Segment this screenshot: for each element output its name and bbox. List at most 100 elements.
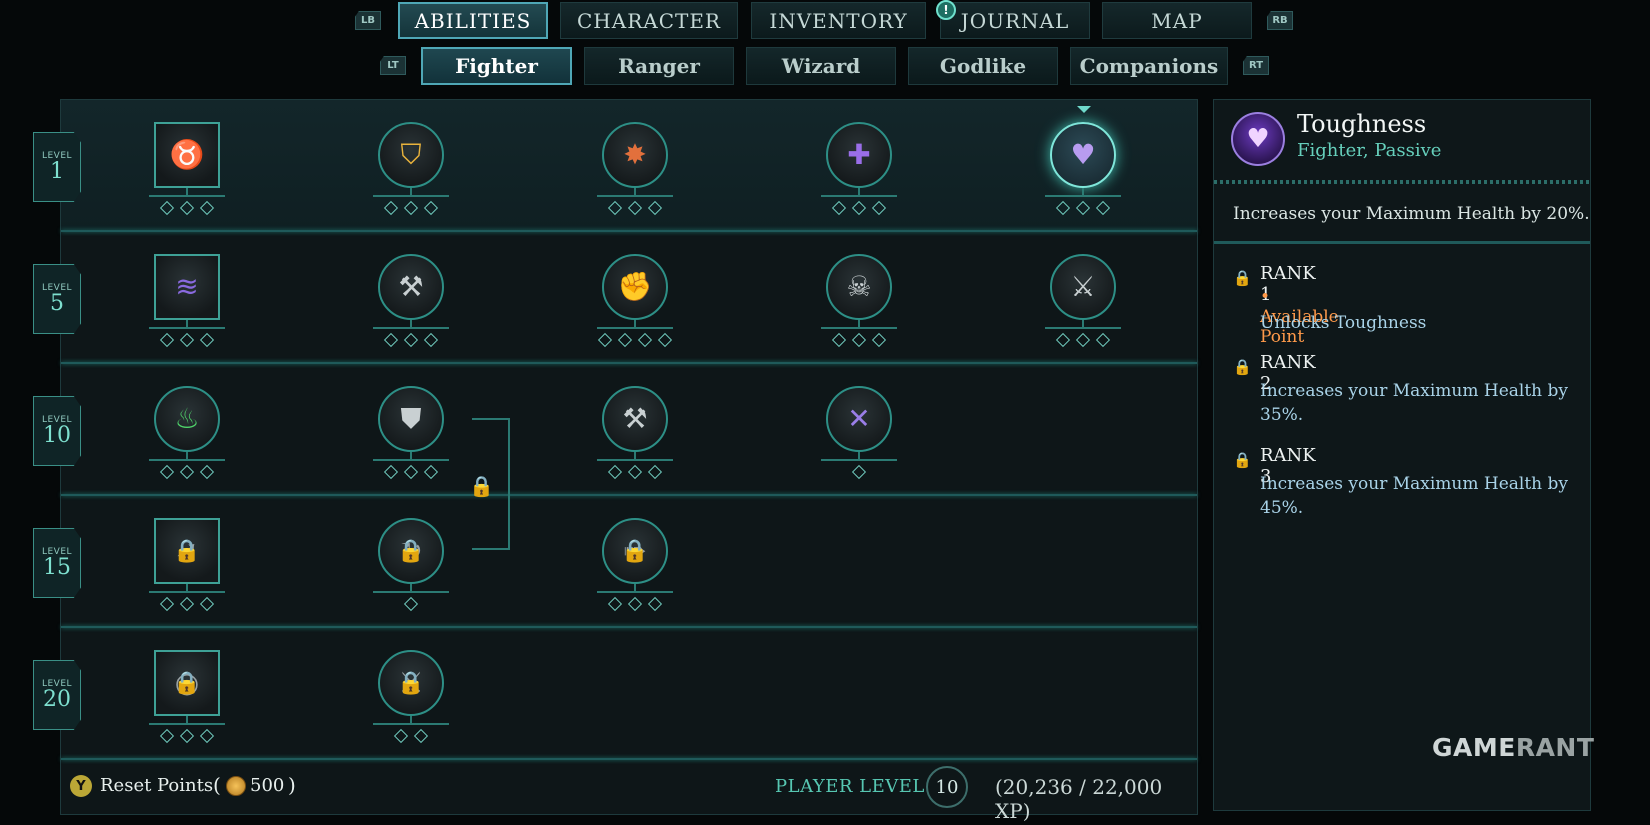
- rank-pip: [423, 464, 439, 480]
- ability-node[interactable]: ↻ 🔒: [378, 518, 444, 584]
- tab-abilities[interactable]: ABILITIES: [398, 2, 548, 39]
- rank-pips: [806, 464, 912, 480]
- journal-notification-badge: !: [936, 0, 956, 20]
- ability-node[interactable]: ♨: [154, 386, 220, 452]
- node-underline: [149, 327, 225, 329]
- rank-pip: [159, 464, 175, 480]
- level-number: 1: [50, 159, 64, 184]
- claw-swipe-icon: ≋: [175, 270, 199, 303]
- tab-inventory[interactable]: INVENTORY: [751, 2, 926, 39]
- ability-node[interactable]: ✚: [826, 122, 892, 188]
- lock-icon: 🔒: [397, 670, 425, 696]
- rank-pip: [607, 200, 623, 216]
- ability-node[interactable]: ⚔: [1050, 254, 1116, 320]
- rank-pip: [383, 464, 399, 480]
- ability-node[interactable]: ✊: [602, 254, 668, 320]
- tab-character[interactable]: CHARACTER: [560, 2, 738, 39]
- green-flame-icon: ♨: [174, 402, 200, 435]
- ability-node[interactable]: ⚒: [602, 386, 668, 452]
- tab-journal[interactable]: JOURNAL: [940, 2, 1090, 39]
- heart-icon: ♥: [1070, 138, 1096, 171]
- ability-node[interactable]: ➶ 🔒: [154, 518, 220, 584]
- ability-node[interactable]: ⛉: [378, 122, 444, 188]
- fist-icon: ✊: [617, 270, 653, 303]
- node-underline: [373, 195, 449, 197]
- rank-pips: [582, 464, 688, 480]
- rank-pip: [403, 332, 419, 348]
- heart-icon: ♥: [1231, 112, 1285, 166]
- ability-node[interactable]: ☠: [826, 254, 892, 320]
- ability-node[interactable]: ⛊: [378, 386, 444, 452]
- reset-points-label[interactable]: Reset Points: [100, 775, 213, 796]
- subtab-wizard[interactable]: Wizard: [746, 47, 896, 85]
- node-underline: [1045, 195, 1121, 197]
- subtab-godlike[interactable]: Godlike: [908, 47, 1058, 85]
- ability-node[interactable]: ⚔ 🔒: [378, 650, 444, 716]
- rank-description: 35%.: [1260, 405, 1304, 425]
- subtab-ranger[interactable]: Ranger: [584, 47, 734, 85]
- rank-pips: [806, 332, 912, 348]
- connector-line: [508, 418, 510, 550]
- rank-pips: [1030, 200, 1136, 216]
- watermark-part-b: RANT: [1515, 733, 1595, 762]
- rank-pip: [627, 464, 643, 480]
- rank-description: Increases your Maximum Health by: [1260, 381, 1569, 401]
- rank-pips: [358, 728, 464, 744]
- ability-node[interactable]: ♥: [1050, 122, 1116, 188]
- rank-pip: [159, 596, 175, 612]
- ability-node[interactable]: ✕: [826, 386, 892, 452]
- connector-line: [472, 418, 510, 420]
- ability-node[interactable]: ◎ 🔒: [154, 650, 220, 716]
- rank-pips: [582, 596, 688, 612]
- xp-progress: (20,236 / 22,000 XP): [995, 775, 1163, 823]
- tab-map[interactable]: MAP: [1102, 2, 1252, 39]
- rank-pip: [607, 596, 623, 612]
- reset-cost-open-paren: (: [213, 773, 221, 797]
- rank-pips: [806, 200, 912, 216]
- rank-pip: [871, 332, 887, 348]
- ability-node[interactable]: ♉: [154, 122, 220, 188]
- ability-title: Toughness: [1297, 110, 1427, 138]
- node-underline: [597, 327, 673, 329]
- y-button-icon[interactable]: Y: [70, 775, 92, 797]
- node-underline: [597, 591, 673, 593]
- rank-pip: [1075, 200, 1091, 216]
- ability-node[interactable]: ≋: [154, 254, 220, 320]
- ability-node[interactable]: ⚒: [378, 254, 444, 320]
- rank-pip: [403, 200, 419, 216]
- rt-button[interactable]: RT: [1243, 56, 1269, 75]
- rank-pip: [851, 200, 867, 216]
- rank-pip: [179, 596, 195, 612]
- node-underline: [597, 195, 673, 197]
- rank-pip: [1095, 332, 1111, 348]
- rank-pip: [199, 200, 215, 216]
- rank-pips: [358, 596, 464, 612]
- divider: [1214, 180, 1590, 184]
- rank-pip: [1055, 200, 1071, 216]
- node-underline: [149, 591, 225, 593]
- skull-sword-icon: ☠: [846, 270, 872, 303]
- level-number: 10: [43, 423, 71, 448]
- rank-pip: [647, 200, 663, 216]
- rank-pip: [413, 728, 429, 744]
- lb-button[interactable]: LB: [355, 11, 381, 30]
- rank-pip: [1055, 332, 1071, 348]
- lt-button[interactable]: LT: [380, 56, 406, 75]
- rank-pip: [423, 200, 439, 216]
- rank-pip: [179, 200, 195, 216]
- rank-pip: [423, 332, 439, 348]
- ability-node[interactable]: ✸: [602, 122, 668, 188]
- level-number: 15: [43, 555, 71, 580]
- subtab-fighter[interactable]: Fighter: [421, 47, 572, 85]
- rank-description: Unlocks Toughness: [1260, 313, 1427, 333]
- rank-pip: [607, 464, 623, 480]
- rank-pips: [358, 200, 464, 216]
- level-number: 5: [50, 291, 64, 316]
- subtab-companions[interactable]: Companions: [1070, 47, 1228, 85]
- rb-button[interactable]: RB: [1267, 11, 1293, 30]
- ability-node[interactable]: ➠ 🔒: [602, 518, 668, 584]
- node-underline: [373, 723, 449, 725]
- rank-pip: [637, 332, 653, 348]
- level-badge: LEVEL 1: [33, 132, 81, 202]
- rank-pip: [647, 464, 663, 480]
